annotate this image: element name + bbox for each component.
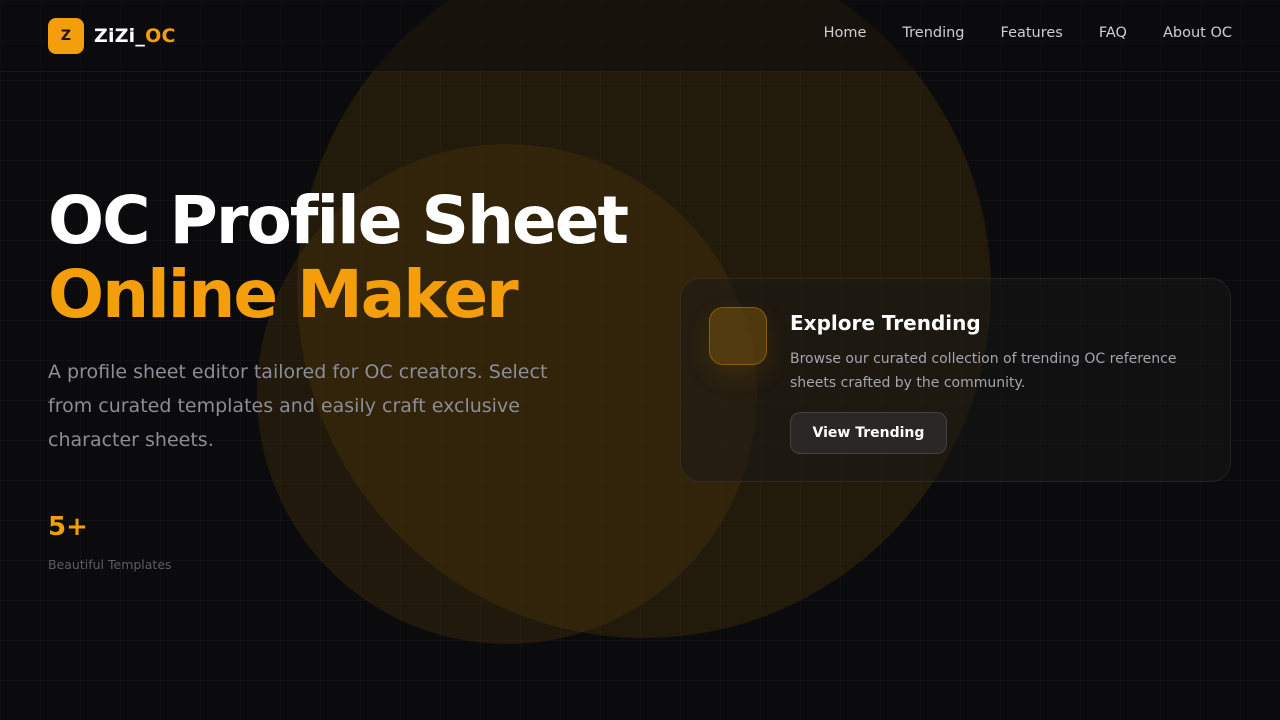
trending-icon [709, 307, 767, 365]
card-description: Browse our curated collection of trendin… [790, 351, 1177, 391]
navbar: Z ZiZi_OC Home Trending Features FAQ Abo… [0, 0, 1280, 72]
brand-logo: Z [48, 18, 84, 54]
hero-title-line-2: Online Maker [48, 256, 519, 333]
brand-name: ZiZi_OC [94, 25, 176, 47]
nav-link-home[interactable]: Home [824, 25, 867, 41]
stat-value: 5+ [48, 512, 88, 542]
nav-link-features[interactable]: Features [1001, 25, 1063, 41]
brand-name-main: ZiZi_ [94, 25, 146, 47]
explore-trending-card: Explore Trending Browse our curated coll… [680, 278, 1231, 482]
nav-links: Home Trending Features FAQ About OC [824, 25, 1232, 41]
nav-link-faq[interactable]: FAQ [1099, 25, 1127, 41]
hero-title-line-1: OC Profile Sheet [48, 182, 629, 259]
hero-description: A profile sheet editor tailored for OC c… [48, 361, 548, 451]
hero-title: OC Profile Sheet Online Maker [48, 182, 629, 333]
card-title: Explore Trending [790, 311, 981, 335]
brand[interactable]: Z ZiZi_OC [48, 18, 176, 54]
nav-link-about-oc[interactable]: About OC [1163, 25, 1232, 41]
stat-label: Beautiful Templates [48, 557, 172, 572]
brand-name-accent: OC [145, 25, 176, 47]
view-trending-button[interactable]: View Trending [790, 412, 947, 454]
nav-link-trending[interactable]: Trending [902, 25, 964, 41]
